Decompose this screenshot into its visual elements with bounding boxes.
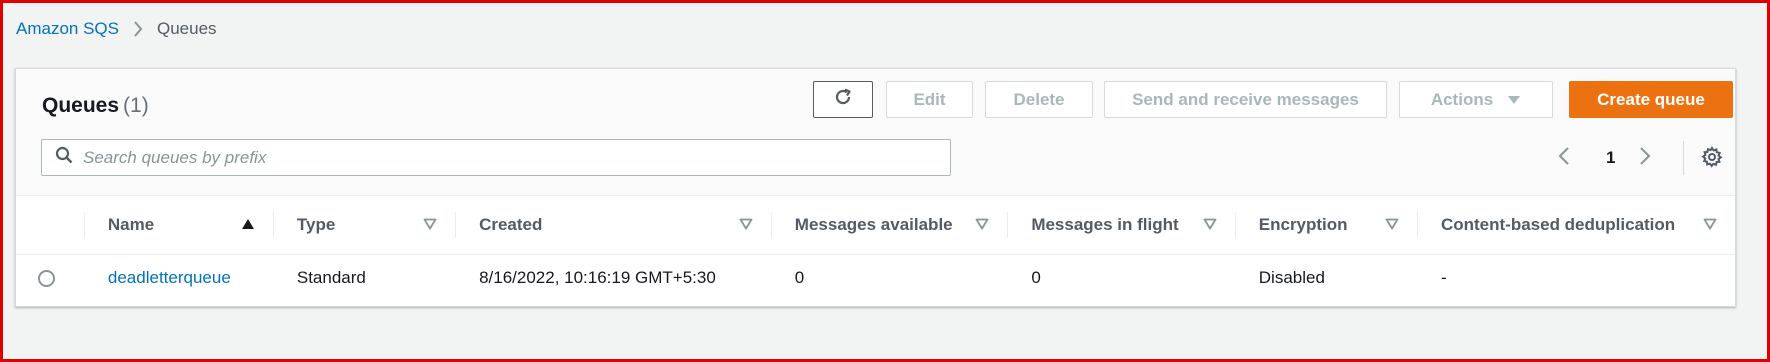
actions-dropdown-button[interactable]: Actions — [1399, 81, 1553, 118]
column-label: Encryption — [1258, 214, 1348, 234]
delete-button[interactable]: Delete — [985, 81, 1093, 118]
next-page-button[interactable] — [1639, 145, 1651, 171]
sort-icon[interactable] — [739, 215, 753, 235]
previous-page-button[interactable] — [1558, 145, 1570, 171]
column-header-type[interactable]: Type — [272, 196, 456, 255]
table-row[interactable]: deadletterqueue Standard 8/16/2022, 10:1… — [16, 254, 1735, 302]
create-queue-button[interactable]: Create queue — [1569, 81, 1733, 118]
column-header-messages-available[interactable]: Messages available — [770, 196, 1008, 255]
column-header-messages-in-flight[interactable]: Messages in flight — [1007, 196, 1235, 255]
chevron-right-icon — [1639, 146, 1651, 171]
chevron-right-icon — [133, 21, 143, 37]
cell-messages-available: 0 — [794, 268, 805, 288]
column-label: Created — [479, 214, 543, 234]
column-label: Name — [107, 214, 155, 234]
table-header-row: Name Type Created Messages available Mes… — [16, 196, 1735, 255]
sort-icon[interactable] — [975, 215, 989, 235]
search-box — [41, 139, 951, 176]
send-receive-messages-button[interactable]: Send and receive messages — [1104, 81, 1387, 118]
cell-encryption: Disabled — [1258, 268, 1325, 288]
search-icon — [55, 146, 73, 169]
sort-icon[interactable] — [1385, 215, 1399, 235]
gear-icon — [1701, 146, 1723, 172]
column-label: Type — [296, 214, 336, 234]
cell-content-dedup: - — [1440, 268, 1447, 288]
sort-icon[interactable] — [423, 215, 437, 235]
page-title: Queues (1) — [42, 94, 149, 118]
breadcrumb-amazon-sqs-link[interactable]: Amazon SQS — [16, 19, 119, 39]
sort-ascending-icon[interactable] — [241, 215, 255, 235]
refresh-button[interactable] — [813, 81, 873, 118]
breadcrumb-current: Queues — [157, 19, 217, 38]
column-header-content-based-deduplication[interactable]: Content-based deduplication — [1416, 196, 1735, 255]
row-select-radio[interactable] — [38, 270, 55, 288]
cell-type: Standard — [296, 268, 366, 288]
column-header-created[interactable]: Created — [455, 196, 771, 255]
refresh-icon — [833, 87, 853, 112]
chevron-left-icon — [1558, 146, 1570, 171]
row-select-cell — [16, 254, 84, 302]
select-column-header — [16, 196, 84, 255]
cell-created: 8/16/2022, 10:16:19 GMT+5:30 — [479, 268, 716, 288]
sort-icon[interactable] — [1703, 215, 1717, 235]
queue-count: (1) — [123, 94, 149, 117]
panel-header: Queues (1) Edit Delete Send and receive m… — [16, 69, 1735, 196]
page-number[interactable]: 1 — [1606, 145, 1615, 171]
column-header-encryption[interactable]: Encryption — [1234, 196, 1417, 255]
column-label: Content-based deduplication — [1440, 214, 1676, 234]
column-label: Messages in flight — [1031, 214, 1179, 234]
column-label: Messages available — [794, 214, 953, 234]
edit-button[interactable]: Edit — [886, 81, 973, 118]
queues-table: Name Type Created Messages available Mes… — [16, 196, 1735, 302]
title-text: Queues — [42, 94, 120, 117]
breadcrumb: Amazon SQS Queues — [16, 19, 217, 39]
search-input[interactable] — [83, 142, 950, 173]
actions-label: Actions — [1430, 89, 1494, 109]
column-header-name[interactable]: Name — [83, 196, 273, 255]
sort-icon[interactable] — [1203, 215, 1217, 235]
queue-name-link[interactable]: deadletterqueue — [108, 268, 231, 287]
queues-panel: Queues (1) Edit Delete Send and receive m… — [15, 68, 1736, 307]
caret-down-icon — [1507, 90, 1521, 110]
pagination-divider — [1683, 141, 1684, 175]
preferences-button[interactable] — [1701, 146, 1723, 173]
cell-messages-in-flight: 0 — [1031, 268, 1041, 288]
cell-name: deadletterqueue — [84, 254, 273, 302]
